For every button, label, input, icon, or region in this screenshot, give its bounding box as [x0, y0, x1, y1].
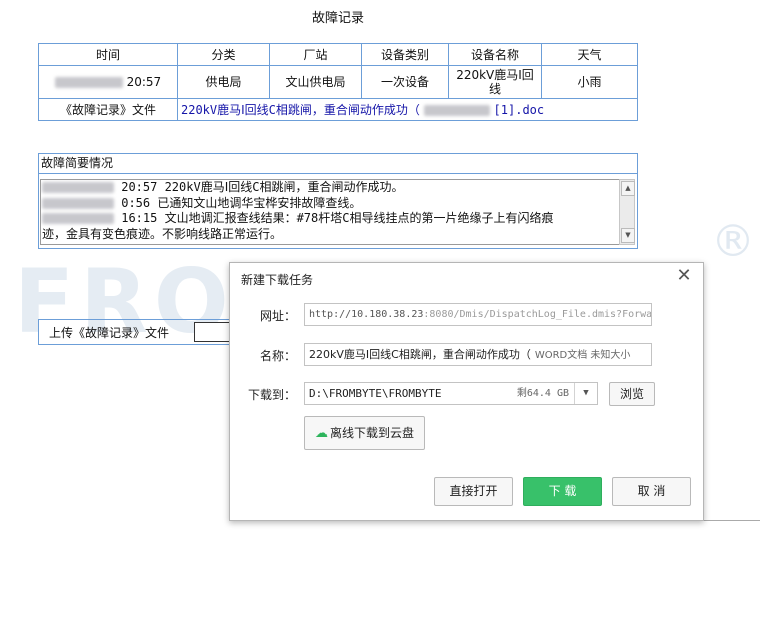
fault-summary-box: 故障简要情况 20:57 220kV鹿马Ⅰ回线C相跳闸，重合闸动作成功。 0:5…: [38, 153, 638, 249]
free-space: 剩64.4 GB: [516, 388, 569, 399]
cell-category: 供电局: [177, 65, 270, 99]
cell-weather: 小雨: [541, 65, 638, 99]
summary-line-text: 20:57 220kV鹿马Ⅰ回线C相跳闸，重合闸动作成功。: [121, 180, 404, 194]
page-title: 故障记录: [312, 11, 365, 26]
summary-line: 16:15 文山地调汇报查线结果：#78杆塔C相导线挂点的第一片绝缘子上有闪络痕: [42, 211, 622, 227]
summary-line-text: 16:15 文山地调汇报查线结果：#78杆塔C相导线挂点的第一片绝缘子上有闪络痕: [121, 211, 554, 225]
dialog-title: 新建下载任务: [241, 273, 314, 287]
redacted-date: [42, 197, 114, 209]
new-download-dialog: 新建下载任务 ✕ 网址： http://10.180.38.23:8080/Dm…: [229, 262, 704, 521]
scroll-up-icon[interactable]: ▲: [621, 181, 635, 196]
summary-textarea[interactable]: 20:57 220kV鹿马Ⅰ回线C相跳闸，重合闸动作成功。 0:56 已通知文山…: [40, 179, 622, 245]
url-host: http://10.180.38.23: [309, 309, 424, 320]
header-device-type: 设备类别: [361, 43, 449, 66]
path-label: 下载到：: [247, 388, 296, 402]
redacted-filename: [423, 105, 490, 116]
file-link-suffix[interactable]: [1].doc: [494, 103, 545, 117]
download-path-select[interactable]: D:\FROMBYTE\FROMBYTE 剩64.4 GB ▼: [304, 382, 598, 405]
header-station: 厂站: [269, 43, 362, 66]
summary-scrollbar[interactable]: ▲ ▼: [619, 179, 635, 245]
header-weather: 天气: [541, 43, 638, 66]
registered-mark-icon: ®: [711, 216, 755, 267]
url-field[interactable]: http://10.180.38.23:8080/Dmis/DispatchLo…: [304, 303, 652, 326]
cell-device-name: 220kV鹿马Ⅰ回线: [448, 65, 542, 99]
file-type-info: WORD文档 未知大小: [534, 350, 631, 361]
chevron-down-icon[interactable]: ▼: [574, 383, 597, 404]
file-link[interactable]: 220kV鹿马Ⅰ回线C相跳闸，重合闸动作成功（ [1].doc: [177, 98, 638, 121]
summary-header: 故障简要情况: [39, 154, 637, 174]
header-device-name: 设备名称: [448, 43, 542, 66]
browse-button[interactable]: 浏览: [609, 382, 655, 406]
redacted-date: [42, 182, 114, 193]
scroll-down-icon[interactable]: ▼: [621, 228, 635, 243]
name-label: 名称：: [259, 349, 296, 363]
redacted-date: [42, 213, 114, 224]
cloud-icon: ☁: [314, 426, 328, 441]
url-label: 网址：: [259, 309, 296, 323]
path-value: D:\FROMBYTE\FROMBYTE: [309, 387, 442, 400]
open-directly-button[interactable]: 直接打开: [434, 477, 513, 506]
divider: [702, 520, 760, 521]
cell-device-type: 一次设备: [361, 65, 449, 99]
cloud-download-label: 离线下载到云盘: [329, 426, 414, 440]
filename-field[interactable]: 220kV鹿马Ⅰ回线C相跳闸，重合闸动作成功（ WORD文档 未知大小: [304, 343, 652, 366]
time-value: 20:57: [126, 75, 162, 89]
cancel-button[interactable]: 取 消: [612, 477, 691, 506]
summary-line-text: 迹，金具有变色痕迹。不影响线路正常运行。: [42, 226, 283, 241]
summary-line-text: 0:56 已通知文山地调华宝桦安排故障查线。: [121, 195, 362, 210]
url-path: :8080/Dmis/DispatchLog_File.dmis?Forwa: [423, 309, 652, 320]
fault-info-table: 时间 分类 厂站 设备类别 设备名称 天气 20:57 供电局 文山供电局 一次…: [38, 43, 638, 121]
summary-line: 0:56 已通知文山地调华宝桦安排故障查线。: [42, 196, 622, 212]
header-time: 时间: [38, 43, 178, 66]
filename-value: 220kV鹿马Ⅰ回线C相跳闸，重合闸动作成功（: [309, 348, 531, 361]
upload-row: 上传《故障记录》文件: [38, 319, 239, 345]
cell-time: 20:57: [38, 65, 178, 99]
file-link-text[interactable]: 220kV鹿马Ⅰ回线C相跳闸，重合闸动作成功（: [181, 103, 420, 117]
download-button[interactable]: 下 载: [523, 477, 602, 506]
offline-cloud-download-button[interactable]: ☁ 离线下载到云盘: [304, 416, 425, 450]
redacted-date: [54, 77, 123, 88]
file-label: 《故障记录》文件: [38, 98, 178, 121]
close-icon[interactable]: ✕: [675, 266, 693, 286]
cell-station: 文山供电局: [269, 65, 362, 99]
upload-label: 上传《故障记录》文件: [49, 326, 170, 340]
header-category: 分类: [177, 43, 270, 66]
summary-line: 20:57 220kV鹿马Ⅰ回线C相跳闸，重合闸动作成功。: [42, 180, 622, 196]
summary-line: 迹，金具有变色痕迹。不影响线路正常运行。: [42, 227, 622, 243]
